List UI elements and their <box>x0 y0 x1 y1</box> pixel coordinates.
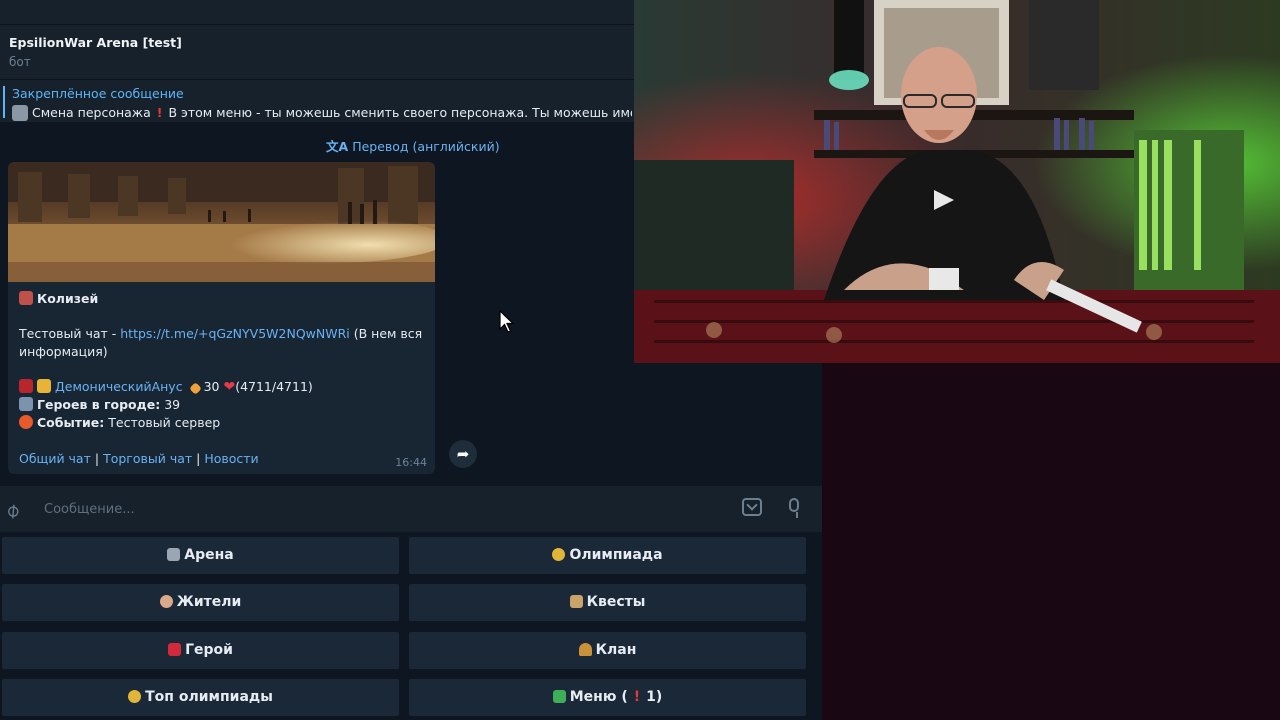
diamond-icon <box>188 382 202 395</box>
mouse-cursor-icon <box>499 310 515 333</box>
test-chat-link[interactable]: https://t.me/+qGzNYV5W2NQwNWRi <box>120 326 350 341</box>
stadium-icon <box>19 291 33 305</box>
event-label: Событие: <box>37 415 105 430</box>
button-label: Олимпиада <box>569 547 663 563</box>
exclamation-icon: ! <box>156 105 163 120</box>
menu-badge: 1) <box>646 689 663 705</box>
footer-separator: | <box>196 451 201 466</box>
translate-icon: 文A <box>326 139 349 154</box>
test-chat-suffix-line: информация) <box>19 344 108 359</box>
pinned-title: Закреплённое сообщение <box>12 86 184 101</box>
shield-icon <box>578 643 592 656</box>
keyboard-button-olympiad[interactable]: Олимпиада <box>409 537 806 574</box>
chat-subtitle: бот <box>9 55 31 69</box>
event-line: Событие: Тестовый сервер <box>19 414 220 432</box>
button-label: Меню ( <box>569 689 628 705</box>
message-composer: ⌀ <box>0 486 822 532</box>
player-line: ДемоническийАнус 30 ❤(4711/4711) <box>19 378 313 396</box>
footer-separator: | <box>94 451 100 466</box>
heart-icon: ❤ <box>223 379 236 395</box>
money-icon <box>552 690 566 703</box>
button-label: Герой <box>185 642 233 658</box>
footer-links: Общий чат | Торговый чат | Новости <box>19 450 259 468</box>
translate-label: Перевод (английский) <box>352 139 500 154</box>
character-icon <box>12 104 28 121</box>
pinned-message-bar[interactable]: Закреплённое сообщение Смена персонажа! В… <box>0 79 634 122</box>
test-chat-line: Тестовый чат - https://t.me/+qGzNYV5W2NQ… <box>19 325 422 343</box>
button-label: Арена <box>184 547 234 563</box>
person-icon <box>159 595 173 608</box>
exclamation-icon: ! <box>633 689 641 705</box>
button-label: Квесты <box>586 594 646 610</box>
test-chat-label: Тестовый чат - <box>19 326 121 341</box>
chat-title[interactable]: EpsilionWar Arena [test] <box>9 35 182 50</box>
translate-button[interactable]: 文A Перевод (английский) <box>326 136 500 155</box>
player-hp: (4711/4711) <box>235 379 313 394</box>
share-button[interactable]: ➦ <box>449 440 477 468</box>
message-input[interactable] <box>42 496 646 522</box>
webcam-overlay <box>634 0 1280 363</box>
lips-icon <box>19 379 33 393</box>
pinned-indicator <box>3 86 5 118</box>
test-chat-suffix: (В нем вся <box>349 326 423 341</box>
event-value: Тестовый сервер <box>108 415 221 430</box>
bot-keyboard: Арена Олимпиада Жители Квесты Герой Клан… <box>0 532 822 720</box>
heroes-line: Героев в городе: 39 <box>19 396 180 414</box>
message-header-line: Колизей <box>19 290 98 308</box>
crossed-swords-icon <box>167 548 181 561</box>
player-level: 30 <box>203 379 220 394</box>
keyboard-button-arena[interactable]: Арена <box>2 537 399 574</box>
empty-area <box>822 363 1280 720</box>
heroes-count: 39 <box>164 397 181 412</box>
message-time: 16:44 <box>395 456 427 469</box>
keyboard-button-clan[interactable]: Клан <box>409 632 806 669</box>
trade-chat-link[interactable]: Торговый чат <box>103 451 192 466</box>
microphone-stand <box>796 512 798 518</box>
flag-icon <box>168 643 182 656</box>
keyboard-button-hero[interactable]: Герой <box>2 632 399 669</box>
pinned-item: Смена персонажа <box>32 105 151 120</box>
bot-keyboard-toggle-icon[interactable] <box>742 498 762 516</box>
chat-header[interactable]: EpsilionWar Arena [test] бот <box>0 24 634 79</box>
message-header: Колизей <box>37 291 99 306</box>
event-icon <box>19 415 33 429</box>
medal-icon <box>128 690 142 703</box>
keyboard-button-quests[interactable]: Квесты <box>409 584 806 621</box>
microphone-icon[interactable] <box>789 498 799 512</box>
button-label: Жители <box>176 594 242 610</box>
colosseum-image[interactable] <box>8 162 435 282</box>
paperclip-icon[interactable]: ⌀ <box>0 497 24 523</box>
crown-person-icon <box>37 379 51 393</box>
message-bubble: Колизей Тестовый чат - https://t.me/+qGz… <box>8 162 435 474</box>
scroll-icon <box>569 595 583 608</box>
share-arrow-icon: ➦ <box>456 445 470 463</box>
button-label: Клан <box>595 642 637 658</box>
people-icon <box>19 397 33 411</box>
pinned-preview: Смена персонажа! В этом меню - ты можешь … <box>12 104 632 121</box>
button-label: Топ олимпиады <box>145 689 273 705</box>
heroes-label: Героев в городе: <box>37 397 161 412</box>
player-name[interactable]: ДемоническийАнус <box>55 379 183 394</box>
news-link[interactable]: Новости <box>204 451 258 466</box>
general-chat-link[interactable]: Общий чат <box>19 451 91 466</box>
keyboard-button-residents[interactable]: Жители <box>2 584 399 621</box>
top-strip <box>0 0 634 24</box>
keyboard-button-menu[interactable]: Меню (! 1) <box>409 679 806 716</box>
pinned-text: В этом меню - ты можешь сменить своего п… <box>168 105 632 120</box>
medal-icon <box>552 548 566 561</box>
keyboard-button-top-olympiad[interactable]: Топ олимпиады <box>2 679 399 716</box>
